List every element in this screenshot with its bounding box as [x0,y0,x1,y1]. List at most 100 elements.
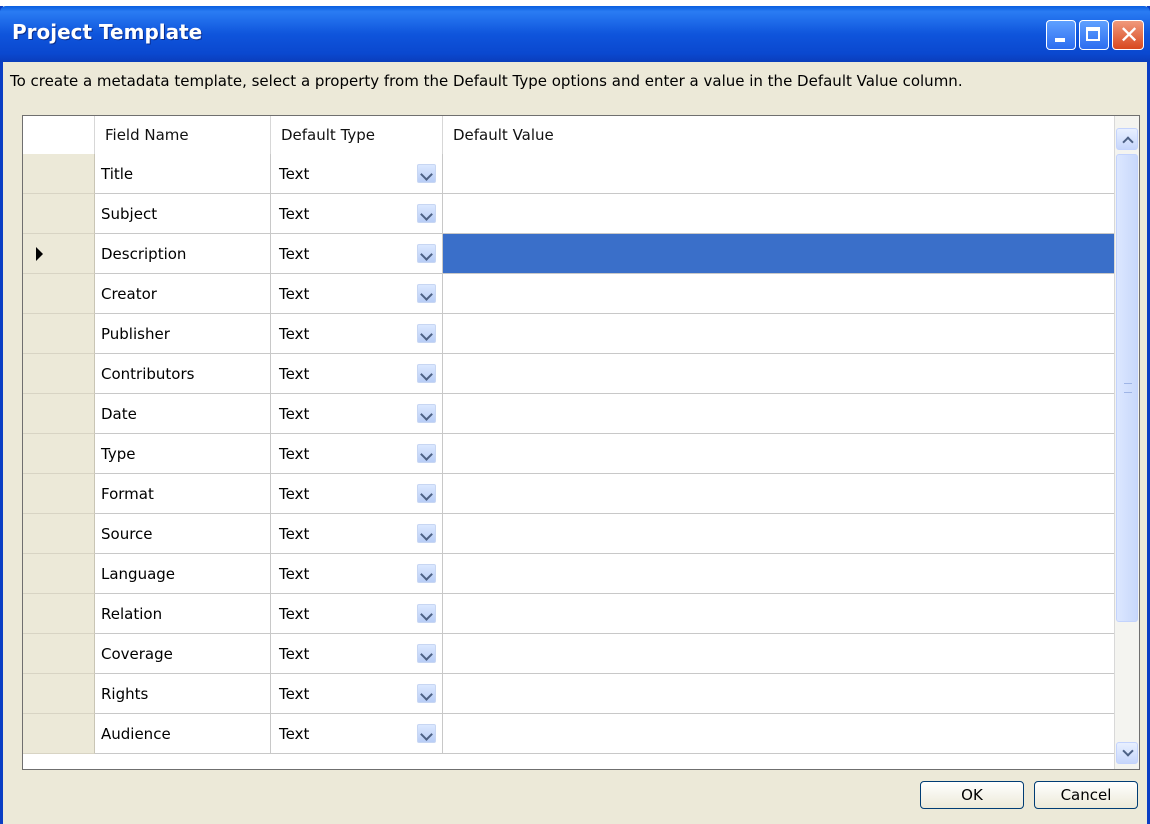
default-value-cell[interactable] [443,194,1115,234]
maximize-button[interactable] [1079,20,1109,50]
row-header[interactable] [23,274,95,314]
dropdown-arrow-icon[interactable] [417,684,436,703]
dropdown-arrow-icon[interactable] [417,524,436,543]
field-name-cell[interactable]: Relation [95,594,271,634]
row-header[interactable] [23,434,95,474]
default-type-select[interactable]: Text [271,474,443,514]
field-name-cell[interactable]: Description [95,234,271,274]
table-row[interactable]: Title Text [95,154,1115,194]
default-type-select[interactable]: Text [271,314,443,354]
row-header[interactable] [23,554,95,594]
scroll-down-button[interactable] [1116,742,1138,764]
column-header-default-type[interactable]: Default Type [271,116,443,154]
default-value-cell[interactable] [443,234,1115,274]
table-row[interactable]: Coverage Text [95,634,1115,674]
table-row[interactable]: Description Text [95,234,1115,274]
row-header[interactable] [23,314,95,354]
table-row[interactable]: Contributors Text [95,354,1115,394]
row-header[interactable] [23,194,95,234]
default-value-cell[interactable] [443,274,1115,314]
default-value-cell[interactable] [443,554,1115,594]
table-row[interactable]: Format Text [95,474,1115,514]
default-type-select[interactable]: Text [271,434,443,474]
table-row[interactable]: Subject Text [95,194,1115,234]
field-name-cell[interactable]: Audience [95,714,271,754]
title-bar[interactable]: Project Template ✕ [0,6,1150,62]
table-row[interactable]: Rights Text [95,674,1115,714]
default-type-select[interactable]: Text [271,194,443,234]
field-name-cell[interactable]: Creator [95,274,271,314]
default-value-cell[interactable] [443,154,1115,194]
row-header[interactable] [23,514,95,554]
dropdown-arrow-icon[interactable] [417,484,436,503]
table-row[interactable]: Date Text [95,394,1115,434]
table-row[interactable]: Type Text [95,434,1115,474]
dropdown-arrow-icon[interactable] [417,244,436,263]
dropdown-arrow-icon[interactable] [417,644,436,663]
dropdown-arrow-icon[interactable] [417,204,436,223]
table-row[interactable]: Audience Text [95,714,1115,754]
row-header[interactable] [23,634,95,674]
field-name-cell[interactable]: Subject [95,194,271,234]
dropdown-arrow-icon[interactable] [417,604,436,623]
field-name-cell[interactable]: Title [95,154,271,194]
default-type-select[interactable]: Text [271,354,443,394]
default-type-select[interactable]: Text [271,514,443,554]
field-name-cell[interactable]: Language [95,554,271,594]
default-type-select[interactable]: Text [271,154,443,194]
dropdown-arrow-icon[interactable] [417,284,436,303]
vertical-scrollbar[interactable] [1114,116,1139,769]
field-name-cell[interactable]: Publisher [95,314,271,354]
table-row[interactable]: Language Text [95,554,1115,594]
metadata-grid[interactable]: Field Name Default Type Default Value Ti… [22,115,1140,770]
row-header[interactable] [23,474,95,514]
default-value-cell[interactable] [443,714,1115,754]
row-header[interactable] [23,714,95,754]
default-value-cell[interactable] [443,434,1115,474]
row-header[interactable] [23,154,95,194]
scroll-up-button[interactable] [1116,128,1138,150]
default-value-cell[interactable] [443,474,1115,514]
default-value-cell[interactable] [443,314,1115,354]
default-type-select[interactable]: Text [271,674,443,714]
table-row[interactable]: Creator Text [95,274,1115,314]
dropdown-arrow-icon[interactable] [417,724,436,743]
field-name-cell[interactable]: Type [95,434,271,474]
default-value-cell[interactable] [443,394,1115,434]
default-value-cell[interactable] [443,634,1115,674]
column-header-default-value[interactable]: Default Value [443,116,1115,154]
table-row[interactable]: Relation Text [95,594,1115,634]
dropdown-arrow-icon[interactable] [417,404,436,423]
field-name-cell[interactable]: Source [95,514,271,554]
row-header[interactable] [23,234,95,274]
minimize-button[interactable] [1046,20,1076,50]
default-value-cell[interactable] [443,674,1115,714]
default-type-select[interactable]: Text [271,234,443,274]
field-name-cell[interactable]: Coverage [95,634,271,674]
field-name-cell[interactable]: Format [95,474,271,514]
cancel-button[interactable]: Cancel [1034,781,1138,809]
dropdown-arrow-icon[interactable] [417,324,436,343]
default-type-select[interactable]: Text [271,714,443,754]
default-value-cell[interactable] [443,594,1115,634]
table-row[interactable]: Publisher Text [95,314,1115,354]
default-type-select[interactable]: Text [271,594,443,634]
dropdown-arrow-icon[interactable] [417,564,436,583]
ok-button[interactable]: OK [920,781,1024,809]
default-type-select[interactable]: Text [271,634,443,674]
default-type-select[interactable]: Text [271,394,443,434]
default-value-cell[interactable] [443,514,1115,554]
row-header[interactable] [23,354,95,394]
field-name-cell[interactable]: Rights [95,674,271,714]
default-value-cell[interactable] [443,354,1115,394]
close-button[interactable]: ✕ [1112,20,1144,50]
row-header[interactable] [23,594,95,634]
scroll-thumb[interactable] [1116,154,1138,622]
default-type-select[interactable]: Text [271,554,443,594]
column-header-field-name[interactable]: Field Name [95,116,271,154]
table-row[interactable]: Source Text [95,514,1115,554]
dropdown-arrow-icon[interactable] [417,164,436,183]
dropdown-arrow-icon[interactable] [417,364,436,383]
dropdown-arrow-icon[interactable] [417,444,436,463]
field-name-cell[interactable]: Date [95,394,271,434]
